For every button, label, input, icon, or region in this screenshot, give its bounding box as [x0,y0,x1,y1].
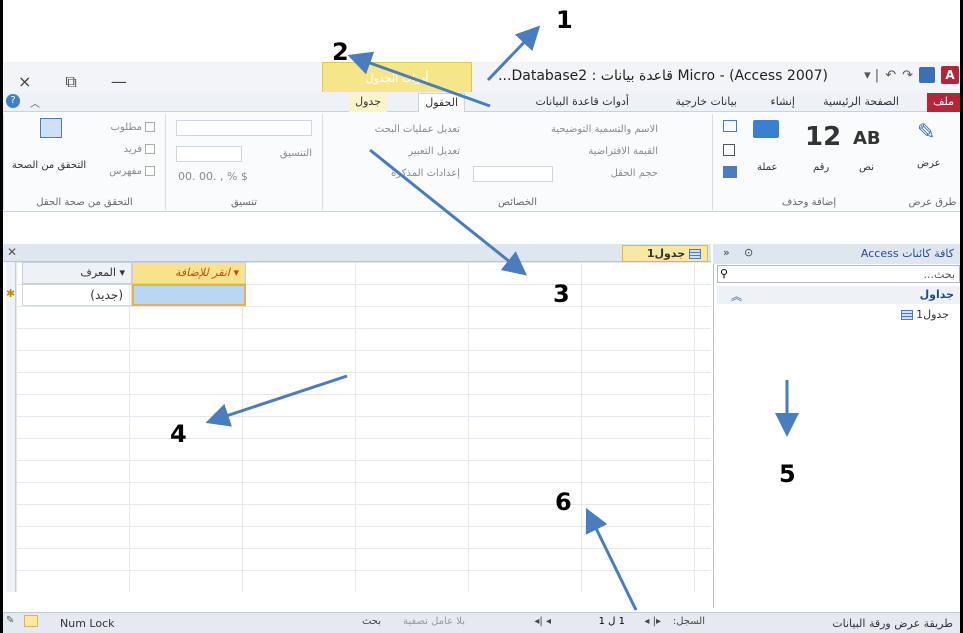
date-field-icon[interactable] [723,120,737,132]
new-record-add-cell[interactable] [132,284,246,306]
window-controls: × ⧉ — [18,72,127,92]
callout-3: 3 [553,280,570,308]
row-selector-column[interactable] [6,262,16,592]
nav-search-input[interactable]: بحث... [717,265,960,283]
search-icon[interactable]: ⚲ [720,267,728,280]
customize-qat-icon[interactable]: ▾ | [864,68,879,83]
text-field-icon[interactable]: AB [853,128,881,149]
redo-icon[interactable]: ↷ [902,68,913,83]
group-add-delete-label: إضافة وحذف [781,197,837,208]
currency-field-button[interactable]: عملة [757,162,777,173]
minimize-icon[interactable]: — [111,72,127,92]
format-label: التنسيق [279,148,312,159]
tab-table1[interactable]: جدول1 [622,245,708,262]
indexed-checkbox[interactable]: مفهرس [109,166,155,177]
search-label: بحث [361,616,381,627]
tab-table[interactable]: جدول [349,93,387,112]
undo-icon[interactable]: ↶ [885,68,896,83]
yes-no-field-icon[interactable] [723,144,735,156]
view-button[interactable]: عرض [917,158,941,169]
unique-checkbox[interactable]: فريد [124,144,155,155]
context-tab-group-header: أدوات الجدول [322,62,472,93]
record-nav-prev-icons[interactable]: ◂ |◂ [534,616,551,627]
restore-icon[interactable]: ⧉ [65,72,76,92]
tab-database-tools[interactable]: أدوات قاعدة البيانات [529,93,635,112]
status-view-name: طريقة عرض ورقة البيانات [832,617,953,630]
tab-file[interactable]: ملف [927,93,960,112]
nav-item-table1[interactable]: جدول1 [900,308,949,321]
nav-pane-collapse-icon[interactable]: » [723,246,730,259]
callout-6: 6 [555,488,572,516]
format-select[interactable] [176,146,242,162]
memo-settings-button[interactable]: إعدادات المذكرة [391,168,460,179]
nav-pane-menu-icon[interactable]: ⊙ [744,246,753,259]
close-document-icon[interactable]: ✕ [7,245,17,259]
tab-home[interactable]: الصفحة الرئيسية [817,93,905,112]
close-icon[interactable]: × [18,72,31,92]
nav-item-label: جدول1 [916,308,949,321]
quick-access-toolbar: ▾ | ↶ ↷ A [864,66,959,84]
tab-create[interactable]: إنشاء [765,93,801,112]
nav-group-collapse-icon[interactable]: ︽ [731,288,742,304]
modify-expression-button[interactable]: تعديل التعبير [408,146,460,157]
field-size-input[interactable] [473,166,553,182]
group-formatting: التنسيق $ % , .00 .00 تنسيق [165,114,322,210]
group-views: ✎ عرض طرق عرض [905,114,960,210]
tab-external-data[interactable]: بيانات خارجية [670,93,743,112]
column-header-id[interactable]: ▾ المعرف [22,262,132,284]
callout-1: 1 [556,6,573,34]
number-field-icon[interactable]: 12 [805,122,841,152]
data-type-select[interactable] [176,120,312,136]
field-size-label: حجم الحقل [610,168,658,179]
number-format-buttons[interactable]: $ % , .00 .00 [178,170,248,183]
callout-2: 2 [332,38,349,66]
number-field-button[interactable]: رقم [813,162,829,173]
currency-field-icon[interactable] [753,120,779,138]
text-field-button[interactable]: نص [859,162,874,173]
record-nav-next-icons[interactable]: ▸| ◂ [644,616,661,627]
tab-table1-label: جدول1 [646,247,686,260]
table-icon [689,249,701,259]
nav-group-label: جداول [919,288,954,301]
status-num-lock: Num Lock [60,617,115,630]
window-title: Micro - (Access 2007) قاعدة بيانات : Dat… [498,68,828,84]
name-caption-button[interactable]: الاسم والتسمية التوضيحية [551,124,658,135]
record-position[interactable]: 1 ل 1 [599,616,625,627]
group-formatting-label: تنسيق [230,197,258,208]
view-icon[interactable]: ✎ [917,120,935,145]
validation-button[interactable]: التحقق من الصحة [8,160,90,171]
datasheet-grid[interactable] [16,262,711,592]
required-checkbox[interactable]: مطلوب [111,122,155,133]
document-tab-bar [3,244,711,262]
default-value-button[interactable]: القيمة الافتراضية [588,146,658,157]
group-properties-label: الخصائص [497,197,538,208]
new-record-id-cell[interactable]: (جديد) [22,284,132,306]
design-view-icon[interactable]: ✎ [6,615,14,626]
modify-lookups-button[interactable]: تعديل عمليات البحث [375,124,460,135]
new-record-star-icon: ✱ [6,287,16,300]
help-icon[interactable]: ? [6,94,20,108]
group-views-label: طرق عرض [908,197,957,208]
group-validation: مطلوب فريد مفهرس التحقق من الصحة التحقق … [3,114,165,210]
group-properties: الاسم والتسمية التوضيحية القيمة الافتراض… [322,114,712,210]
filter-status[interactable]: بلا عامل تصفية [403,616,465,627]
save-icon[interactable] [919,67,935,83]
group-add-delete: AB 12 نص رقم عملة إضافة وحذف [712,114,905,210]
more-fields-icon[interactable] [723,166,737,178]
collapse-ribbon-icon[interactable]: ︿ [30,95,40,110]
callout-5: 5 [779,460,796,488]
table-icon [900,310,913,320]
record-label: السجل: [672,616,705,627]
group-validation-label: التحقق من صحة الحقل [36,197,133,208]
column-header-click-to-add[interactable]: ▾ انقر للإضافة [132,262,246,284]
datasheet-view-icon[interactable] [24,615,38,627]
access-logo-icon: A [941,66,959,84]
callout-4: 4 [170,420,187,448]
validation-icon[interactable] [40,118,62,138]
tab-fields[interactable]: الحقول [418,93,465,112]
nav-group-tables[interactable]: جداول ︽ [717,286,960,304]
